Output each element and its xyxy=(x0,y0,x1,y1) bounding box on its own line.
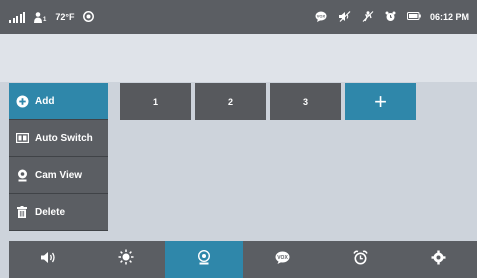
person-count-icon: 1 xyxy=(34,11,47,23)
side-menu: Add Auto Switch Cam View Delete xyxy=(9,83,108,231)
status-bar: 1 72°F VOX 06:12 PM xyxy=(0,0,477,34)
bottom-nav-bar: VOX xyxy=(9,241,477,278)
camera-slots: 1 2 3 + xyxy=(120,83,420,120)
menu-item-add[interactable]: Add xyxy=(9,83,108,120)
content-header-band xyxy=(0,34,477,82)
camera-icon xyxy=(197,249,211,270)
brightness-icon xyxy=(118,249,134,270)
menu-item-auto-switch[interactable]: Auto Switch xyxy=(9,120,108,157)
menu-item-label: Auto Switch xyxy=(35,132,93,144)
camera-slot-3[interactable]: 3 xyxy=(270,83,341,120)
settings-icon xyxy=(431,250,446,270)
plus-circle-icon xyxy=(15,94,29,108)
alarm-clock-icon xyxy=(352,250,368,270)
svg-text:VOX: VOX xyxy=(277,254,288,260)
battery-icon xyxy=(406,12,421,22)
temperature-readout: 72°F xyxy=(55,12,75,22)
svg-text:VOX: VOX xyxy=(317,13,326,18)
camera-slot-2[interactable]: 2 xyxy=(195,83,266,120)
camera-icon xyxy=(15,168,29,182)
alarm-clock-status-icon xyxy=(385,11,396,24)
vox-icon: VOX xyxy=(275,251,290,269)
speaker-icon xyxy=(40,251,56,269)
nav-camera[interactable] xyxy=(165,241,243,278)
nav-settings[interactable] xyxy=(399,241,477,278)
menu-item-label: Cam View xyxy=(35,169,83,181)
camera-slot-1[interactable]: 1 xyxy=(120,83,191,120)
nav-alarm[interactable] xyxy=(321,241,399,278)
motion-alert-off-icon xyxy=(362,10,374,24)
signal-strength-icon xyxy=(9,11,25,23)
add-camera-slot[interactable]: + xyxy=(345,83,416,120)
vox-status-icon: VOX xyxy=(315,11,327,24)
nav-vox[interactable]: VOX xyxy=(243,241,321,278)
speaker-muted-icon xyxy=(338,10,351,24)
eye-icon xyxy=(83,10,95,24)
menu-item-cam-view[interactable]: Cam View xyxy=(9,157,108,194)
trash-icon xyxy=(15,205,29,219)
menu-item-label: Delete xyxy=(35,206,66,218)
auto-switch-icon xyxy=(15,131,29,145)
nav-volume[interactable] xyxy=(9,241,87,278)
person-count-subscript: 1 xyxy=(43,16,47,23)
menu-item-delete[interactable]: Delete xyxy=(9,194,108,231)
clock-time: 06:12 PM xyxy=(429,12,469,22)
nav-brightness[interactable] xyxy=(87,241,165,278)
menu-item-label: Add xyxy=(35,95,55,107)
